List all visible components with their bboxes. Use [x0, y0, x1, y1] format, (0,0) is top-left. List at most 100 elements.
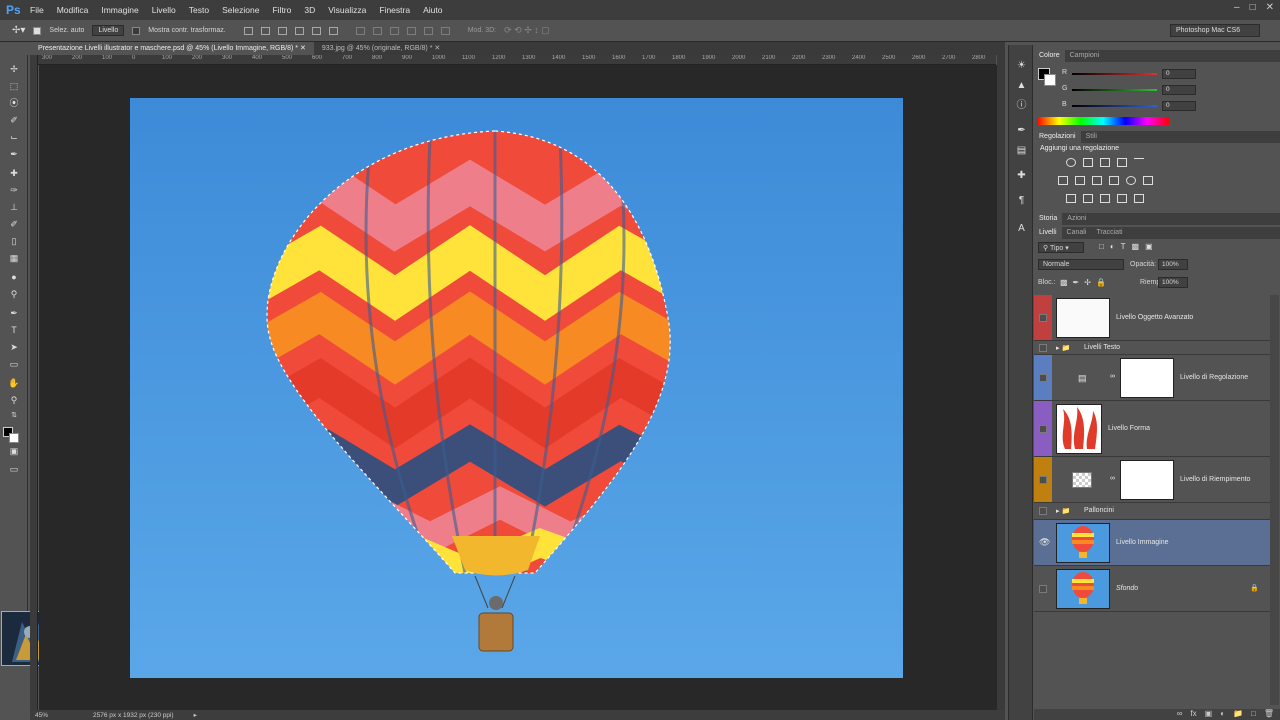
tab-regolazioni[interactable]: Regolazioni [1034, 131, 1081, 143]
menu-visualizza[interactable]: Visualizza [328, 5, 366, 15]
layer-row-riempimento[interactable]: ∞ Livello di Riempimento [1034, 457, 1270, 503]
add-mask-icon[interactable]: ▣ [1205, 709, 1213, 720]
eye-icon[interactable]: 👁 [1039, 537, 1050, 548]
red-value[interactable]: 0 [1162, 69, 1196, 79]
color-panel-icon[interactable]: ☀ [1016, 60, 1027, 71]
new-layer-icon[interactable]: □ [1251, 709, 1256, 720]
status-menu-arrow-icon[interactable]: ▸ [194, 711, 197, 719]
menu-filtro[interactable]: Filtro [272, 5, 291, 15]
fill-input[interactable]: 100% [1158, 277, 1188, 288]
show-transform-checkbox[interactable] [132, 26, 141, 35]
history-brush-tool-icon[interactable]: ✐ [7, 218, 21, 230]
black-white-adj-icon[interactable] [1092, 176, 1102, 185]
menu-3d[interactable]: 3D [304, 5, 315, 15]
menu-finestra[interactable]: Finestra [379, 5, 410, 15]
visibility-toggle[interactable] [1039, 425, 1047, 433]
menu-immagine[interactable]: Immagine [101, 5, 138, 15]
tab-campioni[interactable]: Campioni [1065, 50, 1105, 62]
layer-row-immagine[interactable]: 👁 Livello Immagine [1034, 520, 1270, 566]
selective-color-adj-icon[interactable] [1134, 194, 1144, 203]
layer-row-regolazione[interactable]: ▤ ∞ Livello di Regolazione [1034, 355, 1270, 401]
distribute-vcenter-icon[interactable] [372, 26, 382, 35]
photo-filter-adj-icon[interactable] [1109, 176, 1119, 185]
distribute-left-icon[interactable] [406, 26, 416, 35]
color-lookup-adj-icon[interactable] [1143, 176, 1153, 185]
align-right-icon[interactable] [328, 26, 338, 35]
background-color-swatch[interactable] [9, 433, 19, 443]
blue-slider[interactable]: B 0 [1062, 101, 1202, 111]
levels-adj-icon[interactable] [1083, 158, 1093, 167]
move-tool-preset-icon[interactable]: ✢▾ [12, 25, 25, 36]
healing-brush-tool-icon[interactable]: ✚ [7, 167, 21, 179]
menu-livello[interactable]: Livello [152, 5, 176, 15]
layer-group-palloncini[interactable]: ▸ 📁 Palloncini [1034, 503, 1270, 520]
color-spectrum-bar[interactable] [1037, 117, 1169, 125]
blue-track[interactable] [1072, 105, 1157, 107]
blur-tool-icon[interactable]: ● [7, 271, 21, 283]
blend-mode-select[interactable]: Normale [1038, 259, 1124, 270]
path-selection-tool-icon[interactable]: ➤ [7, 341, 21, 353]
close-tab-icon[interactable]: ✕ [300, 45, 306, 52]
history-panel-icon[interactable]: ✚ [1016, 170, 1027, 181]
maximize-icon[interactable]: □ [1250, 2, 1256, 13]
zoom-level[interactable]: 45% [35, 712, 48, 719]
brush-tool-icon[interactable]: ✑ [7, 184, 21, 196]
lasso-tool-icon[interactable]: ⦿ [7, 97, 21, 109]
eyedropper-tool-icon[interactable]: ✒ [7, 148, 21, 160]
tab-933-jpg[interactable]: 933.jpg @ 45% (originale, RGB/8) * ✕ [314, 42, 448, 55]
layer-row-sfondo[interactable]: Sfondo 🔒 [1034, 566, 1270, 612]
zoom-tool-icon[interactable]: ⚲ [7, 394, 21, 406]
red-track[interactable] [1072, 73, 1157, 75]
dodge-tool-icon[interactable]: ⚲ [7, 288, 21, 300]
menu-aiuto[interactable]: Aiuto [423, 5, 442, 15]
new-adjustment-icon[interactable]: ◐ [1220, 709, 1225, 720]
curves-adj-icon[interactable] [1100, 158, 1110, 167]
close-tab-icon[interactable]: ✕ [434, 45, 440, 52]
brush-presets-icon[interactable]: ▤ [1016, 145, 1027, 156]
exposure-adj-icon[interactable] [1117, 158, 1127, 167]
align-bottom-icon[interactable] [277, 26, 287, 35]
paragraph-panel-icon[interactable]: ¶ [1016, 195, 1027, 206]
canvas-vertical-scrollbar[interactable] [997, 55, 1005, 710]
crop-tool-icon[interactable]: ⌙ [7, 131, 21, 143]
hue-sat-adj-icon[interactable] [1058, 176, 1068, 185]
quick-mask-icon[interactable]: ▣ [7, 445, 21, 457]
menu-testo[interactable]: Testo [189, 5, 209, 15]
gradient-map-adj-icon[interactable] [1117, 194, 1127, 203]
layers-scrollbar[interactable] [1270, 295, 1279, 705]
info-panel-icon[interactable]: ⓘ [1016, 100, 1027, 111]
minimize-icon[interactable]: – [1234, 2, 1240, 13]
tab-livelli[interactable]: Livelli [1034, 227, 1062, 239]
expand-arrow-icon[interactable]: ▸ 📁 [1056, 507, 1070, 515]
rectangle-tool-icon[interactable]: ▭ [7, 358, 21, 370]
menu-selezione[interactable]: Selezione [222, 5, 259, 15]
invert-adj-icon[interactable] [1066, 194, 1076, 203]
clone-stamp-tool-icon[interactable]: ⊥ [7, 201, 21, 213]
posterize-adj-icon[interactable] [1083, 194, 1093, 203]
new-group-icon[interactable]: 📁 [1233, 709, 1243, 720]
tab-colore[interactable]: Colore [1034, 50, 1065, 62]
visibility-toggle[interactable] [1039, 314, 1047, 322]
visibility-toggle[interactable] [1039, 476, 1047, 484]
pen-tool-icon[interactable]: ✒ [7, 307, 21, 319]
gradient-tool-icon[interactable]: ▦ [7, 252, 21, 264]
brightness-adj-icon[interactable] [1066, 158, 1076, 167]
lock-icons[interactable]: ▩✒✢🔒 [1060, 278, 1111, 287]
tool-presets-icon[interactable]: ✒ [1016, 125, 1027, 136]
green-track[interactable] [1072, 89, 1157, 91]
eraser-tool-icon[interactable]: ▯ [7, 235, 21, 247]
layer-row-forma[interactable]: Livello Forma [1034, 401, 1270, 457]
tab-azioni[interactable]: Azioni [1062, 213, 1091, 225]
move-tool-icon[interactable]: ✢ [7, 63, 21, 75]
visibility-toggle[interactable] [1039, 507, 1047, 515]
link-layers-icon[interactable]: ∞ [1177, 709, 1183, 720]
vibrance-adj-icon[interactable] [1134, 158, 1144, 167]
distribute-right-icon[interactable] [440, 26, 450, 35]
color-bg-swatch[interactable] [1044, 74, 1056, 86]
tab-presentazione[interactable]: Presentazione Livelli illustrator e masc… [30, 42, 314, 55]
screen-mode-icon[interactable]: ▭ [7, 463, 21, 475]
layer-filter-icons[interactable]: □◐T▩▣ [1099, 242, 1159, 251]
red-slider[interactable]: R 0 [1062, 69, 1202, 79]
layer-filter-select[interactable]: ⚲ Tipo ▾ [1038, 242, 1084, 253]
align-hcenter-icon[interactable] [311, 26, 321, 35]
